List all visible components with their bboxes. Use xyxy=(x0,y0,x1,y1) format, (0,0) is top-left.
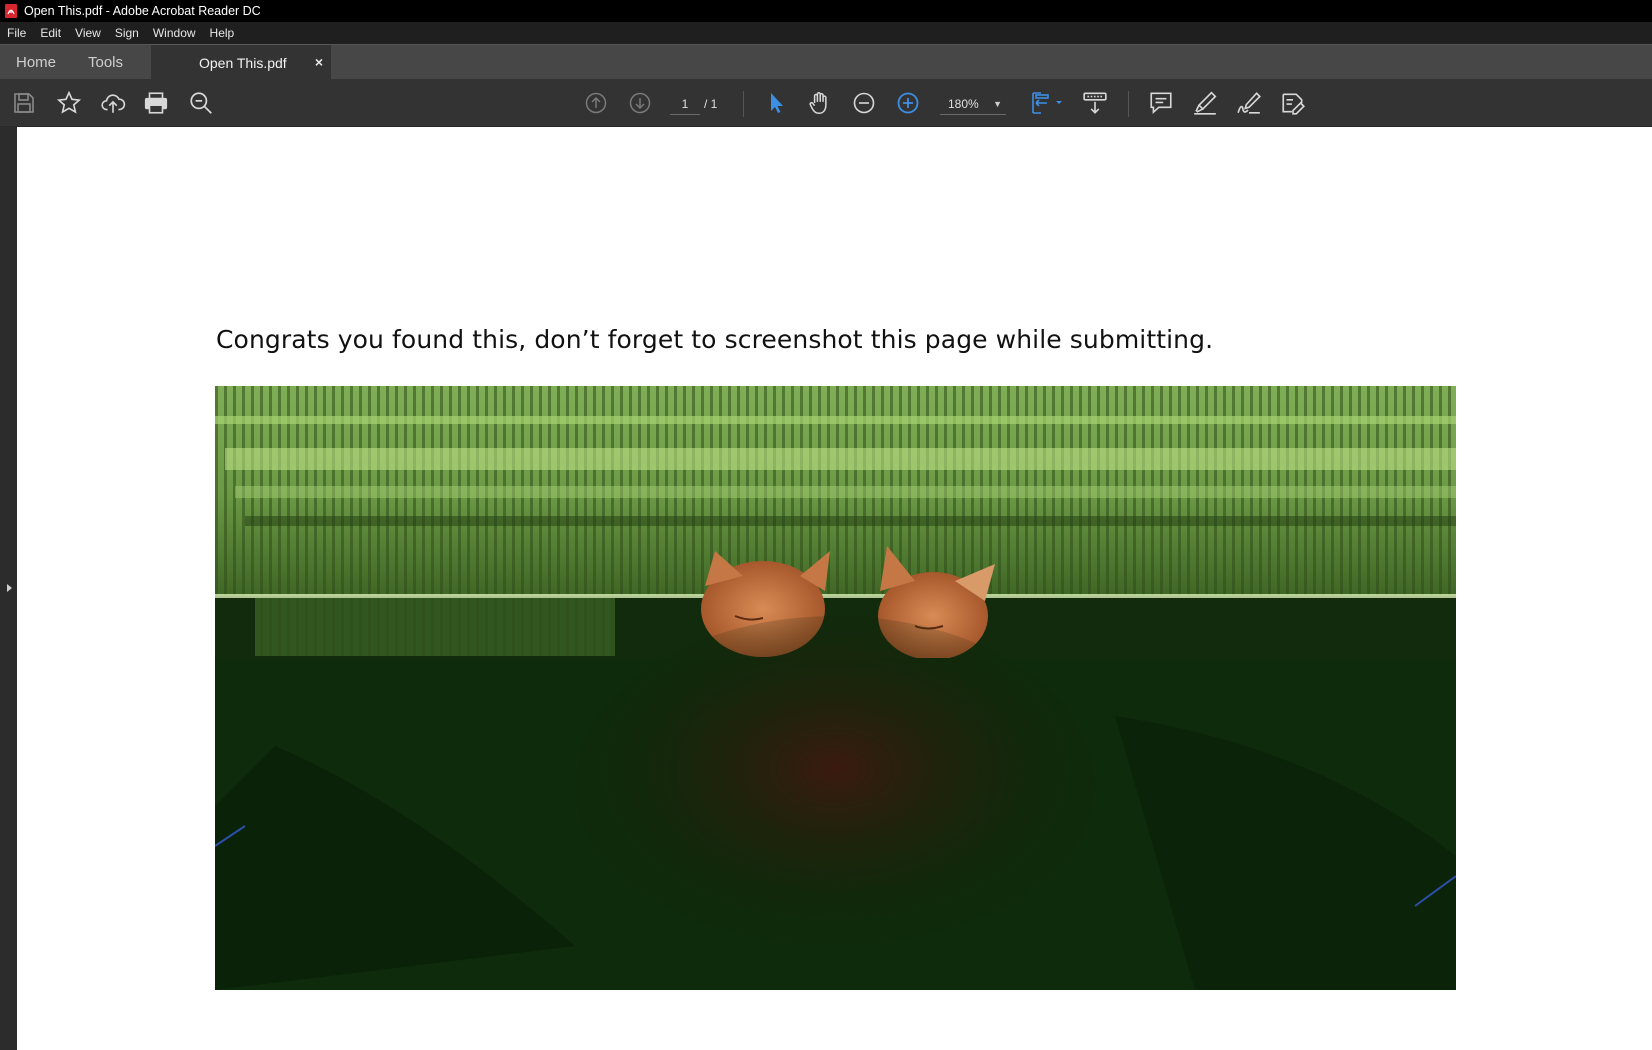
previous-page-button[interactable] xyxy=(582,89,610,117)
highlight-button[interactable] xyxy=(1191,89,1219,117)
left-panel-rail xyxy=(0,127,17,1050)
page-total: / 1 xyxy=(704,97,718,111)
tab-tools[interactable]: Tools xyxy=(88,45,123,80)
save-button[interactable] xyxy=(10,89,38,117)
save-icon xyxy=(12,91,36,115)
zoom-in-button[interactable] xyxy=(894,89,922,117)
bookmark-button[interactable] xyxy=(55,89,83,117)
expand-panel-icon[interactable] xyxy=(3,581,15,595)
scroll-mode-button[interactable] xyxy=(1081,89,1109,117)
menu-window[interactable]: Window xyxy=(146,22,203,44)
page-up-icon xyxy=(584,91,608,115)
comment-button[interactable] xyxy=(1147,89,1175,117)
menu-edit[interactable]: Edit xyxy=(33,22,68,44)
document-image xyxy=(215,386,1456,990)
document-page[interactable]: Congrats you found this, don’t forget to… xyxy=(17,127,1652,1050)
comment-icon xyxy=(1148,90,1174,116)
sign-icon xyxy=(1236,90,1262,116)
highlight-icon xyxy=(1192,90,1218,116)
document-tab-title: Open This.pdf xyxy=(199,55,287,71)
tab-bar: Home Tools Open This.pdf × xyxy=(0,44,1652,80)
upload-button[interactable] xyxy=(99,89,127,117)
zoom-out-button[interactable] xyxy=(850,89,878,117)
fill-sign-icon xyxy=(1280,90,1306,116)
menu-view[interactable]: View xyxy=(68,22,108,44)
toolbar-separator xyxy=(743,91,744,117)
page-down-icon xyxy=(628,91,652,115)
print-button[interactable] xyxy=(142,89,170,117)
sign-button[interactable] xyxy=(1235,89,1263,117)
upload-cloud-icon xyxy=(100,90,126,116)
find-button[interactable] xyxy=(187,89,215,117)
bookmark-star-icon xyxy=(56,90,82,116)
select-tool-button[interactable] xyxy=(762,89,790,117)
document-text: Congrats you found this, don’t forget to… xyxy=(216,325,1214,354)
zoom-level-select[interactable]: 180% ▼ xyxy=(940,93,1006,115)
acrobat-logo-icon xyxy=(5,4,17,18)
zoom-level-value: 180% xyxy=(948,97,979,111)
toolbar: 1 / 1 180% ▼ xyxy=(0,79,1652,127)
close-tab-icon[interactable]: × xyxy=(315,45,323,79)
find-zoom-icon xyxy=(188,90,214,116)
menu-help[interactable]: Help xyxy=(203,22,242,44)
fill-sign-button[interactable] xyxy=(1279,89,1307,117)
window-title: Open This.pdf - Adobe Acrobat Reader DC xyxy=(24,4,261,18)
tab-document[interactable]: Open This.pdf × xyxy=(151,44,331,80)
fit-page-icon xyxy=(1030,90,1066,116)
fit-page-button[interactable] xyxy=(1028,89,1068,117)
menu-sign[interactable]: Sign xyxy=(108,22,146,44)
toolbar-separator xyxy=(1128,91,1129,117)
menu-file[interactable]: File xyxy=(0,22,33,44)
hand-tool-button[interactable] xyxy=(806,89,834,117)
page-number-input[interactable]: 1 xyxy=(670,93,700,115)
zoom-out-icon xyxy=(852,91,876,115)
title-bar: Open This.pdf - Adobe Acrobat Reader DC xyxy=(0,0,1652,22)
menu-bar: File Edit View Sign Window Help xyxy=(0,22,1652,44)
next-page-button[interactable] xyxy=(626,89,654,117)
print-icon xyxy=(143,90,169,116)
chevron-down-icon: ▼ xyxy=(993,99,1002,109)
hand-tool-icon xyxy=(807,90,833,116)
zoom-in-icon xyxy=(896,91,920,115)
scroll-mode-icon xyxy=(1082,90,1108,116)
tab-home[interactable]: Home xyxy=(16,45,56,80)
select-cursor-icon xyxy=(765,91,787,115)
